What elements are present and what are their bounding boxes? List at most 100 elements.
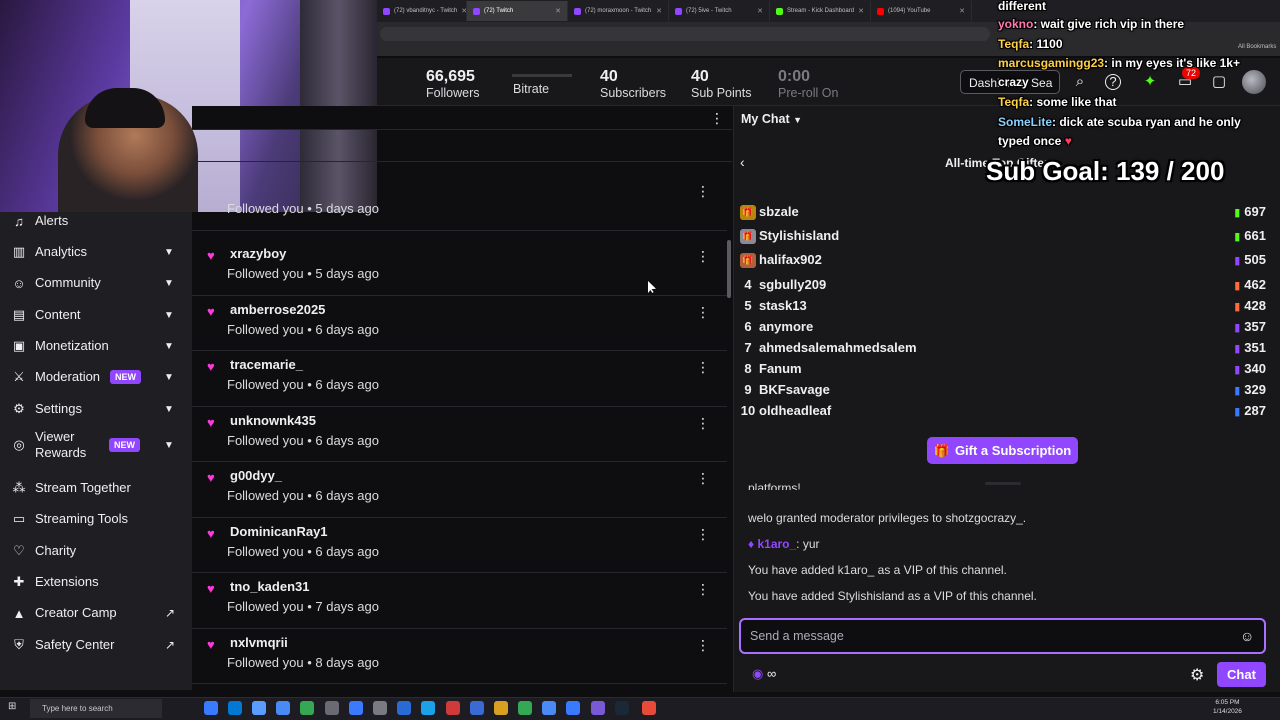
list-item[interactable]: Followed you • 5 days ago ⋮ — [192, 180, 727, 231]
taskbar-app-icon[interactable] — [252, 701, 266, 715]
chat-title[interactable]: My Chat ▼ — [741, 112, 802, 126]
sub-points-stat[interactable]: 40 Sub Points — [691, 68, 751, 100]
windows-start-icon[interactable]: ⊞ — [8, 701, 16, 712]
taskbar-app-icon[interactable] — [518, 701, 532, 715]
follower-list-scrollbar[interactable] — [727, 240, 731, 298]
gem-icon[interactable]: ✦ — [1140, 72, 1160, 92]
sidebar-item-settings[interactable]: ⚙ Settings ▼ — [0, 394, 192, 424]
list-item[interactable]: ♥ amberrose2025 Followed you • 6 days ag… — [192, 296, 727, 351]
sidebar-item-moderation[interactable]: ⚔ Moderation NEW ▼ — [0, 362, 192, 392]
list-item[interactable]: ♥ tno_kaden31 Followed you • 7 days ago … — [192, 573, 727, 629]
taskbar-app-icon[interactable] — [642, 701, 656, 715]
browser-tab[interactable]: (72) vbanditnyc - Twitch ✕ — [377, 1, 467, 21]
gifter-row[interactable]: 🎁 Stylishisland ▮ 661 — [740, 228, 1270, 248]
gifter-row[interactable]: 10 oldheadleaf ▮ 287 — [740, 403, 1270, 423]
browser-tab[interactable]: (1094) YouTube ✕ — [871, 1, 972, 21]
taskbar-app-icon[interactable] — [325, 701, 339, 715]
more-options-icon[interactable]: ⋮ — [696, 304, 710, 321]
taskbar-app-icon[interactable] — [397, 701, 411, 715]
more-options-icon[interactable]: ⋮ — [696, 581, 710, 598]
preroll-stat[interactable]: 0:00 Pre-roll On — [778, 68, 838, 100]
browser-tab[interactable]: (72) moraxmoon - Twitch ✕ — [568, 1, 669, 21]
taskbar-clock[interactable]: 6:05 PM 1/14/2026 — [1213, 698, 1242, 716]
taskbar-app-icon[interactable] — [300, 701, 314, 715]
search-icon[interactable]: ⌕ — [1070, 72, 1090, 92]
more-options-icon[interactable]: ⋮ — [710, 110, 724, 127]
more-options-icon[interactable]: ⋮ — [696, 526, 710, 543]
taskbar-app-icon[interactable] — [494, 701, 508, 715]
taskbar-app-icon[interactable] — [276, 701, 290, 715]
taskbar-app-icon[interactable] — [542, 701, 556, 715]
sidebar-item-safety-center[interactable]: ⛨ Safety Center ↗ — [0, 630, 192, 660]
subscribers-stat[interactable]: 40 Subscribers — [600, 68, 666, 100]
taskbar-app-icon[interactable] — [421, 701, 435, 715]
back-arrow-icon[interactable]: ‹ — [740, 154, 745, 170]
taskbar-app-icon[interactable] — [204, 701, 218, 715]
taskbar-app-icon[interactable] — [228, 701, 242, 715]
followers-stat[interactable]: 66,695 Followers — [426, 68, 480, 100]
sidebar-item-creator-camp[interactable]: ▲ Creator Camp ↗ — [0, 598, 192, 628]
sidebar-item-monetization[interactable]: ▣ Monetization ▼ — [0, 331, 192, 361]
camp-icon: ▲ — [12, 605, 26, 621]
list-item[interactable]: ♥ nxlvmqrii Followed you • 8 days ago ⋮ — [192, 629, 727, 684]
more-options-icon[interactable]: ⋮ — [696, 183, 710, 200]
taskbar-app-icon[interactable] — [446, 701, 460, 715]
gift-icon: ▮ — [1234, 343, 1241, 355]
channel-points[interactable]: ◉ ∞ — [752, 666, 776, 682]
gifter-row[interactable]: 🎁 sbzale ▮ 697 — [740, 204, 1270, 224]
bitrate-stat[interactable]: Bitrate — [513, 82, 549, 96]
whispers-icon[interactable]: ▢ — [1209, 72, 1229, 92]
taskbar-search-input[interactable]: Type here to search — [30, 699, 162, 718]
taskbar-app-icon[interactable] — [373, 701, 387, 715]
list-item[interactable]: ♥ xrazyboy Followed you • 5 days ago ⋮ — [192, 240, 727, 296]
close-tab-icon[interactable]: ✕ — [757, 7, 763, 15]
gifter-row[interactable]: 5 stask13 ▮ 428 — [740, 298, 1270, 318]
taskbar-app-icon[interactable] — [349, 701, 363, 715]
help-icon[interactable]: ? — [1105, 74, 1121, 90]
gifter-row[interactable]: 🎁 halifax902 ▮ 505 — [740, 252, 1270, 272]
chat-send-button[interactable]: Chat — [1217, 662, 1266, 687]
sidebar-item-streaming-tools[interactable]: ▭ Streaming Tools — [0, 504, 192, 534]
sidebar-item-community[interactable]: ☺ Community ▼ — [0, 268, 192, 298]
more-options-icon[interactable]: ⋮ — [696, 248, 710, 265]
gifter-row[interactable]: 8 Fanum ▮ 340 — [740, 361, 1270, 381]
more-options-icon[interactable]: ⋮ — [696, 637, 710, 654]
taskbar-app-icon[interactable] — [591, 701, 605, 715]
all-bookmarks-label[interactable]: All Bookmarks — [1238, 44, 1276, 50]
taskbar-app-icon[interactable] — [566, 701, 580, 715]
sidebar-item-charity[interactable]: ♡ Charity — [0, 536, 192, 566]
close-tab-icon[interactable]: ✕ — [656, 7, 662, 15]
taskbar-app-icon[interactable] — [470, 701, 484, 715]
chat-settings-icon[interactable]: ⚙ — [1190, 665, 1204, 685]
emote-picker-icon[interactable]: ☺ — [1240, 628, 1254, 644]
list-item[interactable]: ♥ g00dyy_ Followed you • 6 days ago ⋮ — [192, 462, 727, 518]
browser-tab[interactable]: (72) 5ive - Twitch ✕ — [669, 1, 770, 21]
close-tab-icon[interactable]: ✕ — [555, 7, 561, 15]
twitch-icon — [383, 7, 390, 15]
gifter-row[interactable]: 4 sgbully209 ▮ 462 — [740, 277, 1270, 297]
taskbar-app-icon[interactable] — [615, 701, 629, 715]
gifter-row[interactable]: 9 BKFsavage ▮ 329 — [740, 382, 1270, 402]
sidebar-item-content[interactable]: ▤ Content ▼ — [0, 300, 192, 330]
gift-subscription-button[interactable]: 🎁 Gift a Subscription — [927, 437, 1078, 464]
avatar[interactable] — [1242, 70, 1266, 94]
sidebar-item-viewer-rewards[interactable]: ◎ Viewer Rewards NEW ▼ — [0, 426, 192, 464]
list-item[interactable]: ♥ unknownk435 Followed you • 6 days ago … — [192, 407, 727, 462]
more-options-icon[interactable]: ⋮ — [696, 359, 710, 376]
sidebar-item-extensions[interactable]: ✚ Extensions — [0, 567, 192, 597]
list-item[interactable]: ♥ tracemarie_ Followed you • 6 days ago … — [192, 351, 727, 407]
list-item[interactable]: ♥ DominicanRay1 Followed you • 6 days ag… — [192, 518, 727, 573]
close-tab-icon[interactable]: ✕ — [959, 7, 965, 15]
gifter-row[interactable]: 6 anymore ▮ 357 — [740, 319, 1270, 339]
chat-resize-handle[interactable] — [985, 482, 1021, 485]
gifter-row[interactable]: 7 ahmedsalemahmedsalem ▮ 351 — [740, 340, 1270, 360]
close-tab-icon[interactable]: ✕ — [858, 7, 864, 15]
sidebar-item-analytics[interactable]: ▥ Analytics ▼ — [0, 237, 192, 267]
browser-tab[interactable]: Stream - Kick Dashboard ✕ — [770, 1, 871, 21]
more-options-icon[interactable]: ⋮ — [696, 470, 710, 487]
browser-tab-active[interactable]: (72) Twitch ✕ — [467, 1, 568, 21]
chat-username[interactable]: k1aro_ — [757, 537, 796, 551]
address-bar[interactable] — [380, 27, 990, 41]
sidebar-item-stream-together[interactable]: ⁂ Stream Together — [0, 473, 192, 503]
more-options-icon[interactable]: ⋮ — [696, 415, 710, 432]
